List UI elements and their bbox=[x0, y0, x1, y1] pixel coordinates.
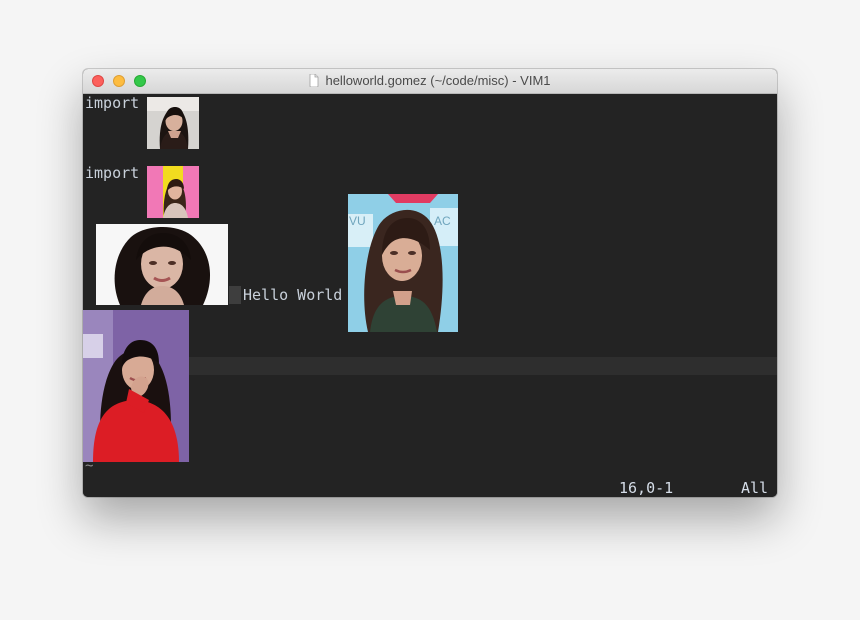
portrait-small-2 bbox=[147, 166, 199, 218]
photo-icon: VU AC bbox=[348, 194, 458, 332]
cursor-position: 16,0-1 bbox=[619, 479, 674, 497]
editor-area[interactable]: import import Hello World VU AC ~ 16,0-1… bbox=[83, 94, 777, 497]
code-line-import-2: import bbox=[85, 164, 140, 182]
portrait-small-1 bbox=[147, 97, 199, 149]
window-title-area: helloworld.gomez (~/code/misc) - VIM1 bbox=[83, 73, 777, 89]
code-line-hello-world: Hello World bbox=[243, 286, 343, 304]
photo-icon bbox=[147, 166, 199, 218]
portrait-red bbox=[83, 310, 189, 462]
empty-line-marker: ~ bbox=[85, 458, 94, 474]
photo-icon bbox=[96, 224, 228, 305]
cursor bbox=[229, 286, 241, 304]
window-title: helloworld.gomez (~/code/misc) - VIM1 bbox=[325, 73, 551, 88]
cursor-line bbox=[188, 357, 777, 375]
photo-icon bbox=[147, 97, 199, 149]
portrait-wide bbox=[96, 224, 228, 305]
scroll-position: All bbox=[741, 479, 769, 497]
photo-icon bbox=[83, 310, 189, 462]
document-icon bbox=[310, 74, 319, 87]
svg-text:AC: AC bbox=[434, 214, 451, 228]
code-line-import-1: import bbox=[85, 94, 140, 112]
window-titlebar: helloworld.gomez (~/code/misc) - VIM1 bbox=[83, 69, 777, 94]
svg-text:VU: VU bbox=[349, 214, 366, 228]
vim-window: helloworld.gomez (~/code/misc) - VIM1 im… bbox=[83, 69, 777, 497]
portrait-blue: VU AC bbox=[348, 194, 458, 332]
